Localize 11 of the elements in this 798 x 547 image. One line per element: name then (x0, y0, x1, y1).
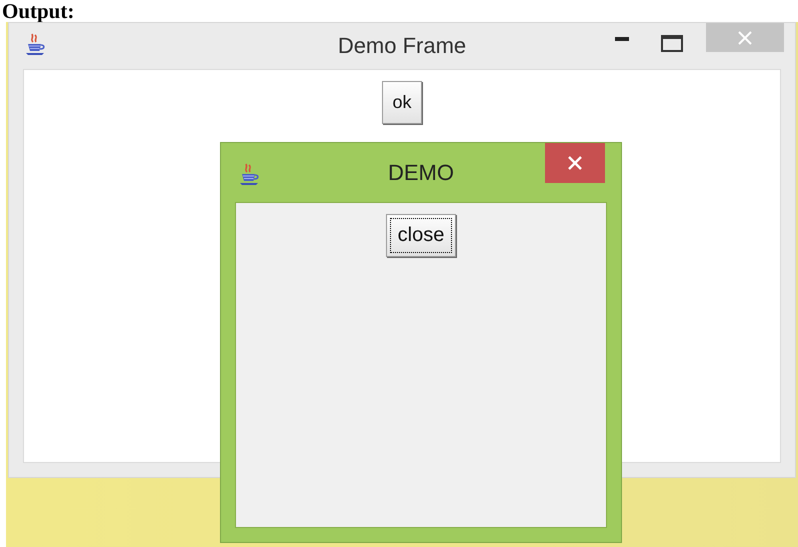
coffee-cup-icon (25, 33, 47, 57)
close-button[interactable]: close (386, 214, 456, 257)
dialog-title: DEMO (388, 160, 454, 186)
window-title: Demo Frame (338, 33, 466, 59)
ok-button[interactable]: ok (382, 81, 422, 124)
close-button[interactable] (545, 143, 605, 183)
maximize-icon[interactable] (661, 35, 683, 52)
close-icon (568, 156, 582, 170)
output-heading: Output: (1, 0, 74, 22)
close-icon (738, 30, 752, 44)
coffee-cup-icon (239, 163, 261, 187)
